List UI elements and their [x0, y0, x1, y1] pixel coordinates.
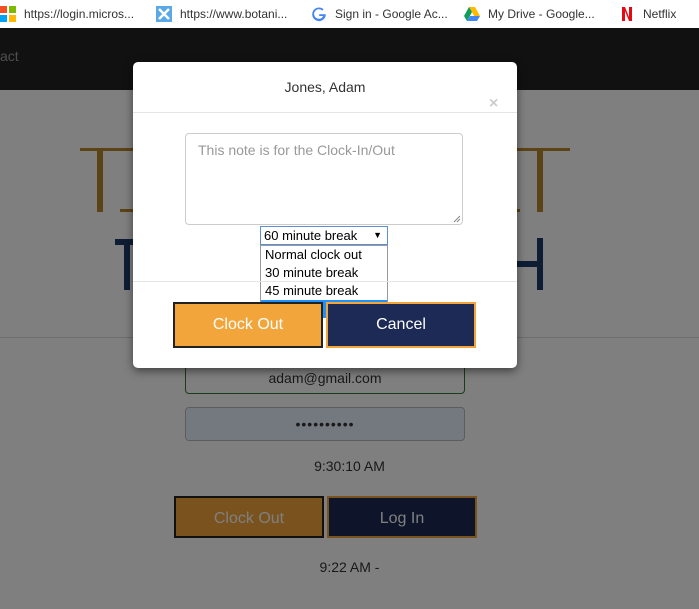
bookmark-google-signin[interactable]: Sign in - Google Ac... [311, 0, 448, 28]
bookmark-botani[interactable]: https://www.botani... [156, 0, 287, 28]
bookmark-microsoft[interactable]: https://login.micros... [0, 0, 134, 28]
dropdown-arrow-icon: ▼ [373, 230, 382, 240]
modal-title: Jones, Adam [284, 79, 366, 95]
bookmark-label: https://login.micros... [24, 7, 135, 21]
modal-footer-divider [133, 281, 517, 282]
modal-header: Jones, Adam × [133, 62, 517, 113]
bookmark-label: Sign in - Google Ac... [335, 7, 448, 21]
note-textarea[interactable]: This note is for the Clock-In/Out [185, 133, 463, 225]
bookmarks-bar: https://login.micros... https://www.bota… [0, 0, 699, 29]
google-drive-icon [464, 6, 480, 22]
break-select-value: 60 minute break [264, 228, 358, 243]
break-select[interactable]: 60 minute break ▼ [260, 226, 388, 245]
netflix-icon [619, 6, 635, 22]
bookmark-my-drive[interactable]: My Drive - Google... [464, 0, 595, 28]
bookmark-netflix[interactable]: Netflix [619, 0, 676, 28]
break-option[interactable]: 45 minute break [261, 282, 387, 300]
bookmark-label: https://www.botani... [180, 7, 288, 21]
modal-cancel-button[interactable]: Cancel [326, 302, 476, 348]
botani-icon [156, 6, 172, 22]
resize-handle-icon[interactable] [453, 215, 461, 223]
bookmark-label: Netflix [643, 7, 677, 21]
break-option[interactable]: 30 minute break [261, 264, 387, 282]
microsoft-icon [0, 6, 16, 22]
break-option[interactable]: Normal clock out [261, 246, 387, 264]
modal-clock-out-button[interactable]: Clock Out [173, 302, 323, 348]
google-icon [311, 6, 327, 22]
close-icon[interactable]: × [489, 96, 498, 112]
bookmark-label: My Drive - Google... [488, 7, 595, 21]
clock-modal: Jones, Adam × This note is for the Clock… [133, 62, 517, 368]
